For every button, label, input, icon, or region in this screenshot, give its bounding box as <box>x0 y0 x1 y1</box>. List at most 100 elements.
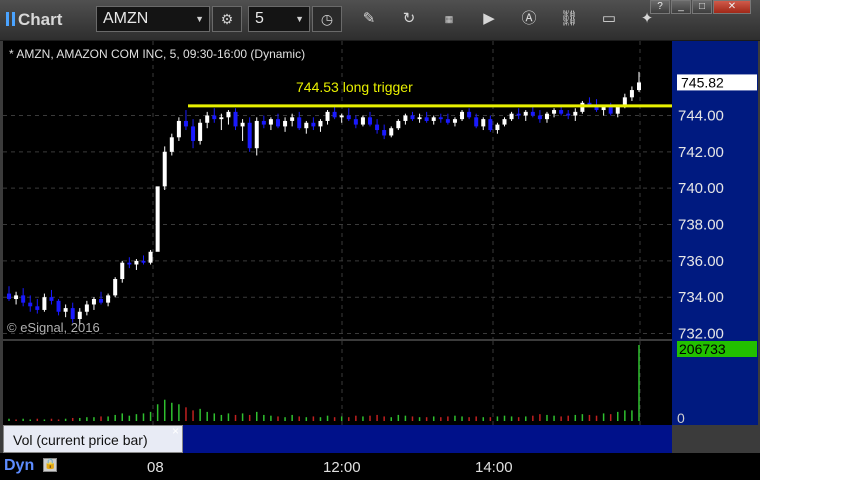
candle-body <box>198 122 203 141</box>
candle-body <box>176 120 181 138</box>
play-icon[interactable]: ▶ <box>478 8 500 30</box>
candle-body <box>481 119 486 127</box>
candle-body <box>120 262 125 280</box>
candle-body <box>290 117 295 121</box>
candle-body <box>615 106 620 114</box>
y-tick-label: 732.00 <box>678 326 724 343</box>
candle-body <box>162 151 167 187</box>
maximize-button[interactable]: □ <box>692 0 712 14</box>
candle-body <box>424 117 429 121</box>
candle-body <box>7 293 11 300</box>
close-window-button[interactable]: ✕ <box>713 0 751 14</box>
last-volume-label: 206733 <box>679 341 726 357</box>
volume-study-label-box[interactable]: Vol (current price bar) × <box>3 424 183 453</box>
candle-body <box>106 295 111 303</box>
lock-icon[interactable]: 🔒 <box>43 458 57 472</box>
candle-body <box>360 117 365 125</box>
symbol-input[interactable]: AMZN ▼ <box>96 6 210 32</box>
volume-zero-label: 0 <box>677 410 685 425</box>
minimize-icon: _ <box>678 1 684 12</box>
candle-body <box>205 115 210 123</box>
price-axis-svg: 744.00 742.00 740.00 738.00 736.00 734.00 732.… <box>677 74 757 426</box>
candle-body <box>637 82 641 91</box>
candle-body <box>134 260 139 265</box>
candle-body <box>325 111 330 121</box>
candle-body <box>629 90 634 98</box>
candle-body <box>311 122 316 127</box>
interval-input[interactable]: 5 ▼ <box>248 6 310 32</box>
dynamic-mode-label[interactable]: Dyn <box>4 457 34 475</box>
candle-body <box>70 308 75 320</box>
candle-body <box>502 119 507 125</box>
candle-body <box>438 117 443 120</box>
chevron-down-icon[interactable]: ▼ <box>195 7 204 31</box>
maximize-icon: □ <box>698 1 706 12</box>
clock-icon: ◷ <box>320 11 334 27</box>
candle-body <box>389 128 394 136</box>
candle-body <box>523 111 528 116</box>
x-tick-label: 08 <box>147 459 164 476</box>
symbol-value: AMZN <box>103 10 149 27</box>
close-icon: ✕ <box>727 1 737 12</box>
candle-body <box>233 111 238 127</box>
volume-grid <box>152 341 641 425</box>
help-button[interactable]: ? <box>650 0 670 14</box>
chevron-down-icon[interactable]: ▼ <box>295 7 304 31</box>
candle-body <box>488 119 493 131</box>
candle-body <box>368 117 373 125</box>
candle-body <box>261 120 266 125</box>
y-tick-label: 734.00 <box>678 289 724 306</box>
candle-body <box>240 122 245 127</box>
candle-body <box>566 113 571 116</box>
candle-body <box>495 124 500 131</box>
interval-value: 5 <box>255 10 264 27</box>
candle-body <box>42 297 47 310</box>
link-icon[interactable]: ⛓ <box>558 8 580 30</box>
alert-icon[interactable]: Ⓐ <box>518 8 540 30</box>
candle-body <box>431 117 436 121</box>
candle-body <box>77 311 82 320</box>
candle-body <box>474 117 479 127</box>
minimize-button[interactable]: _ <box>671 0 691 14</box>
candle-body <box>113 279 118 296</box>
chat-icon[interactable]: ▭ <box>598 8 620 30</box>
candle-body <box>56 300 61 312</box>
volume-plot[interactable] <box>3 341 672 425</box>
refresh-icon[interactable]: ↻ <box>398 8 420 30</box>
candle-body <box>467 111 472 118</box>
y-tick-label: 742.00 <box>678 144 724 161</box>
candles <box>7 71 641 325</box>
candle-body <box>247 122 252 149</box>
candle-body <box>304 122 309 129</box>
candle-body <box>84 304 89 312</box>
time-template-button[interactable]: ◷ <box>312 6 342 32</box>
draw-tool-icon[interactable]: ✎ <box>358 8 380 30</box>
candle-body <box>212 115 217 120</box>
get-data-icon[interactable]: ▦ <box>438 8 460 30</box>
candle-body <box>318 120 323 127</box>
price-axis[interactable]: 744.00 742.00 740.00 738.00 736.00 734.00 732.… <box>672 41 758 426</box>
price-plot[interactable]: 744.53 long trigger * AMZN, AMAZON COM I… <box>3 41 672 339</box>
toolbar: Chart AMZN ▼ ⚙ 5 ▼ ◷ ✎ ↻ ▦ ▶ Ⓐ ⛓ ▭ ✦ ? _ □… <box>0 0 760 41</box>
candle-body <box>544 113 549 120</box>
y-tick-labels: 744.00 742.00 740.00 738.00 736.00 734.00 732.… <box>678 108 724 343</box>
candle-body <box>530 111 535 116</box>
time-axis[interactable]: Dyn 🔒 08 12:00 14:00 <box>0 453 760 480</box>
volume-study-bar <box>183 425 672 453</box>
candle-body <box>587 102 592 105</box>
candle-body <box>254 120 259 149</box>
y-tick-label: 744.00 <box>678 108 724 125</box>
candle-body <box>191 126 196 141</box>
x-tick-label: 12:00 <box>323 459 361 476</box>
trigger-annotation: 744.53 long trigger <box>296 79 413 95</box>
symbol-settings-button[interactable]: ⚙ <box>212 6 242 32</box>
candle-body <box>91 299 96 305</box>
candle-body <box>559 110 564 114</box>
close-icon[interactable]: × <box>172 424 179 438</box>
candle-body <box>21 295 26 303</box>
candle-body <box>28 302 33 307</box>
gear-icon: ⚙ <box>220 11 234 27</box>
x-tick-label: 14:00 <box>475 459 513 476</box>
candle-body <box>375 124 380 131</box>
candle-body <box>410 115 415 120</box>
